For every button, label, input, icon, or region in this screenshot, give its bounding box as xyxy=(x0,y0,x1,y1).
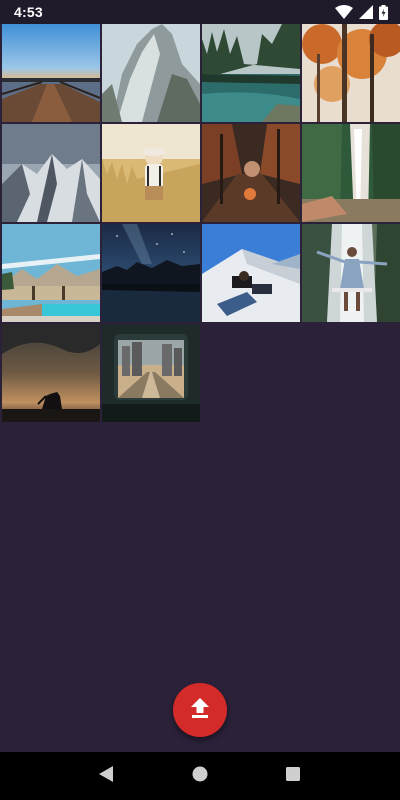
photo-grid xyxy=(0,24,400,422)
photo-tile-autumn-forest-path[interactable] xyxy=(202,124,300,222)
photo-tile-rocky-mountain-cliff[interactable] xyxy=(102,24,200,122)
home-button[interactable] xyxy=(180,756,220,796)
photo-tile-autumn-trees[interactable] xyxy=(302,24,400,122)
photo-tile-storm-clouds-silhouette[interactable] xyxy=(2,324,100,422)
upload-icon xyxy=(191,697,209,723)
recents-icon xyxy=(285,766,301,787)
signal-icon xyxy=(359,5,373,19)
photo-tile-pool-mountains[interactable] xyxy=(2,224,100,322)
photo-tile-woman-waterfall[interactable] xyxy=(302,224,400,322)
status-bar: 4:53 xyxy=(0,0,400,24)
recents-button[interactable] xyxy=(273,756,313,796)
photo-tile-child-wheat-field[interactable] xyxy=(102,124,200,222)
upload-button[interactable] xyxy=(173,683,227,737)
wifi-icon xyxy=(335,5,353,19)
photo-tile-snowy-mountains[interactable] xyxy=(2,124,100,222)
status-time: 4:53 xyxy=(14,4,43,20)
home-icon xyxy=(192,766,208,787)
status-icons xyxy=(335,4,388,20)
navigation-bar xyxy=(0,752,400,800)
battery-icon xyxy=(379,4,388,20)
back-icon xyxy=(98,765,115,787)
photo-tile-train-window-city[interactable] xyxy=(102,324,200,422)
screen: 4:53 xyxy=(0,0,400,800)
back-button[interactable] xyxy=(87,756,127,796)
photo-tile-person-building-sky[interactable] xyxy=(202,224,300,322)
photo-tile-night-sky-lake[interactable] xyxy=(102,224,200,322)
photo-tile-pier-sunset[interactable] xyxy=(2,24,100,122)
photo-tile-forest-lake[interactable] xyxy=(202,24,300,122)
photo-tile-waterfall-cliff[interactable] xyxy=(302,124,400,222)
